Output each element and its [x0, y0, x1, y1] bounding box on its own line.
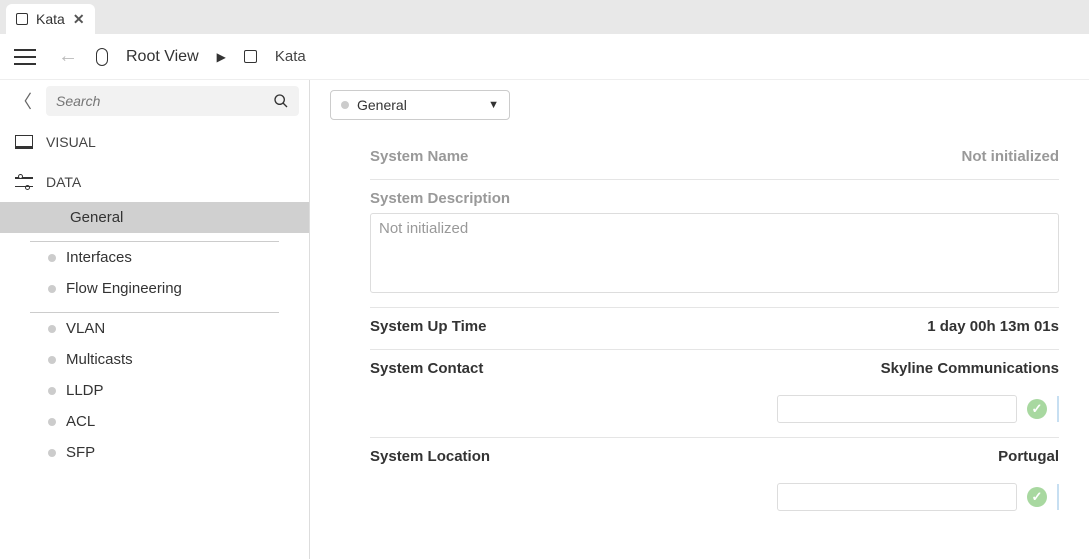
sidebar-item-label: VLAN [66, 320, 105, 337]
sidebar-item-multicasts[interactable]: Multicasts [0, 344, 309, 375]
close-icon[interactable]: ✕ [73, 11, 85, 28]
divider-icon [1057, 396, 1059, 422]
field-system-description: System Description Not initialized [370, 180, 1059, 308]
breadcrumb-root[interactable]: Root View [126, 48, 199, 66]
back-arrow-icon[interactable]: ← [58, 45, 78, 68]
system-description-textarea[interactable]: Not initialized [370, 213, 1059, 293]
tab-kata[interactable]: Kata ✕ [6, 4, 95, 34]
breadcrumb-bar: ← Root View ▶ Kata [0, 34, 1089, 80]
search-input[interactable] [56, 93, 273, 109]
search-box[interactable] [46, 86, 299, 116]
element-icon [16, 13, 28, 25]
system-location-input[interactable] [777, 483, 1017, 511]
hamburger-icon[interactable] [14, 49, 36, 65]
caret-down-icon: ▼ [488, 99, 499, 111]
field-label: System Name [370, 148, 468, 165]
sidebar-item-label: Flow Engineering [66, 280, 182, 297]
content-pane: General ▼ System Name Not initialized Sy… [310, 80, 1089, 559]
field-system-name: System Name Not initialized [370, 138, 1059, 180]
sidebar-item-general[interactable]: General [0, 202, 309, 233]
field-label: System Contact [370, 360, 483, 377]
sidebar-item-flow-engineering[interactable]: Flow Engineering [0, 273, 309, 304]
search-icon[interactable] [273, 93, 289, 109]
confirm-check-icon[interactable]: ✓ [1027, 399, 1047, 419]
field-label: System Description [370, 190, 1059, 207]
sidebar-item-interfaces[interactable]: Interfaces [0, 242, 309, 273]
sidebar-item-label: General [70, 209, 123, 226]
field-system-location: System Location Portugal ✓ [370, 438, 1059, 525]
confirm-check-icon[interactable]: ✓ [1027, 487, 1047, 507]
status-bullet-icon [48, 418, 56, 426]
sidebar-item-sfp[interactable]: SFP [0, 437, 309, 468]
section-label: VISUAL [46, 134, 96, 150]
view-icon [96, 48, 108, 66]
data-submenu: General Interfaces Flow Engineering VLAN… [0, 202, 309, 476]
sidebar-item-vlan[interactable]: VLAN [0, 313, 309, 344]
sidebar-item-label: SFP [66, 444, 95, 461]
sidebar-item-label: LLDP [66, 382, 104, 399]
sidebar-item-label: ACL [66, 413, 95, 430]
page-selector-dropdown[interactable]: General ▼ [330, 90, 510, 120]
divider-icon [1057, 484, 1059, 510]
tab-title: Kata [36, 11, 65, 27]
sidebar-item-acl[interactable]: ACL [0, 406, 309, 437]
chevron-right-icon: ▶ [217, 50, 226, 64]
field-value: Portugal [998, 448, 1059, 465]
sliders-icon [15, 175, 33, 189]
status-bullet-icon [48, 254, 56, 262]
sidebar-item-lldp[interactable]: LLDP [0, 375, 309, 406]
field-system-contact: System Contact Skyline Communications ✓ [370, 350, 1059, 438]
status-bullet-icon [48, 387, 56, 395]
monitor-icon [15, 135, 33, 149]
tab-bar: Kata ✕ [0, 0, 1089, 34]
status-bullet-icon [48, 356, 56, 364]
field-value: Skyline Communications [881, 360, 1059, 377]
section-visual[interactable]: VISUAL [0, 122, 309, 162]
section-data[interactable]: DATA [0, 162, 309, 202]
field-label: System Up Time [370, 318, 486, 335]
status-bullet-icon [48, 285, 56, 293]
status-bullet-icon [341, 101, 349, 109]
chevron-left-icon[interactable]: 〈 [10, 88, 36, 114]
field-value: 1 day 00h 13m 01s [927, 318, 1059, 335]
element-icon [244, 50, 257, 63]
section-label: DATA [46, 174, 81, 190]
status-bullet-icon [48, 449, 56, 457]
breadcrumb-leaf[interactable]: Kata [275, 48, 306, 65]
field-value: Not initialized [962, 148, 1060, 165]
field-system-uptime: System Up Time 1 day 00h 13m 01s [370, 308, 1059, 350]
sidebar-item-label: Interfaces [66, 249, 132, 266]
page-selector-value: General [357, 97, 407, 113]
field-label: System Location [370, 448, 490, 465]
system-contact-input[interactable] [777, 395, 1017, 423]
sidebar: 〈 VISUAL DATA General Interfaces [0, 80, 310, 559]
status-bullet-icon [48, 325, 56, 333]
sidebar-item-label: Multicasts [66, 351, 133, 368]
